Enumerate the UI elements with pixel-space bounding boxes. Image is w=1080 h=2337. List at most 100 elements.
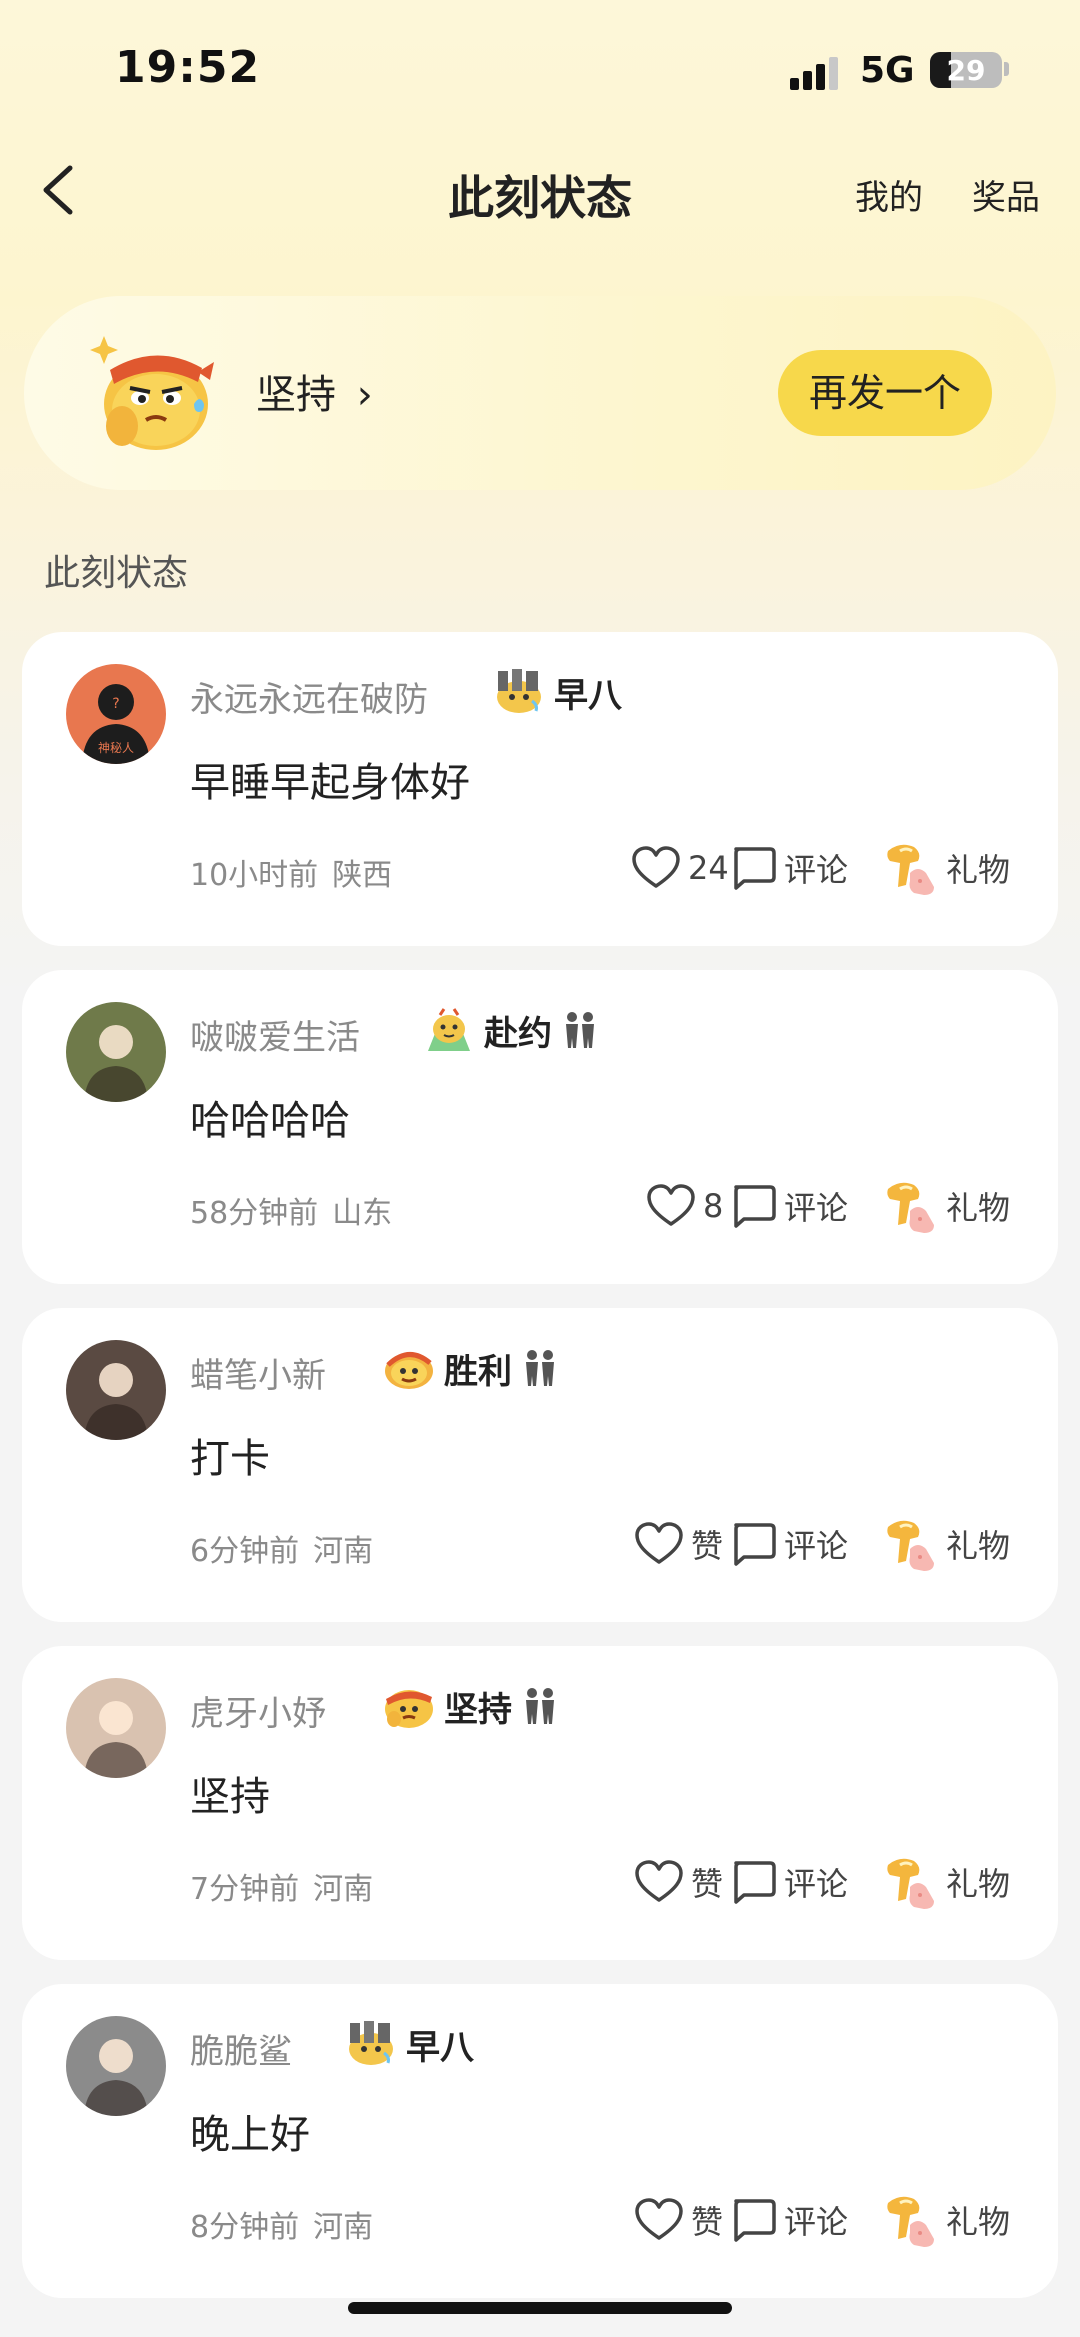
status-tag[interactable]: 胜利 (382, 1340, 560, 1396)
gift-button[interactable]: 礼物 (884, 840, 1010, 896)
like-button[interactable]: 赞 (635, 1516, 723, 1572)
status-mascot-icon (90, 336, 214, 450)
like-button[interactable]: 8 (647, 1178, 723, 1234)
svg-text:?: ? (112, 696, 119, 712)
post-time: 7分钟前 (190, 1872, 300, 1907)
repost-button[interactable]: 再发一个 (778, 350, 992, 436)
post-text: 哈哈哈哈 (190, 1098, 350, 1144)
gift-label: 礼物 (946, 1865, 1011, 1903)
status-card[interactable]: 虎牙小妤 坚持 坚持 7分钟前 河南赞评论 礼物 (22, 1646, 1058, 1960)
like-count: 赞 (691, 1527, 724, 1565)
status-tag[interactable]: 早八 (492, 664, 622, 720)
status-tag-label: 早八 (554, 675, 622, 716)
status-emoji-icon (385, 1352, 433, 1389)
status-tag[interactable]: 坚持 (382, 1678, 560, 1734)
gift-icon (887, 1182, 934, 1233)
avatar[interactable] (66, 2016, 166, 2116)
comment-icon (734, 1185, 776, 1228)
comment-icon (734, 1523, 776, 1566)
gift-label: 礼物 (946, 851, 1011, 889)
status-label-link[interactable]: 坚持 › (256, 362, 373, 420)
status-tag-label: 早八 (406, 2027, 474, 2068)
prizes-link[interactable]: 奖品 (972, 170, 1040, 219)
username[interactable]: 虎牙小妤 (190, 1686, 326, 1735)
gift-button[interactable]: 礼物 (884, 2192, 1010, 2248)
status-card[interactable]: ? 神秘人 永远永远在破防 早八早睡早起身体好 10小时前 陕西 24 评论 礼物 (22, 632, 1058, 946)
username[interactable]: 蜡笔小新 (190, 1348, 326, 1397)
comment-button[interactable]: 评论 (730, 2192, 848, 2248)
gift-icon (887, 1858, 934, 1909)
comment-button[interactable]: 评论 (730, 840, 848, 896)
post-meta: 7分钟前 河南 (190, 1864, 373, 1908)
pair-icon (526, 1350, 554, 1386)
heart-icon (635, 1522, 683, 1564)
post-meta: 6分钟前 河南 (190, 1526, 373, 1570)
post-text: 早睡早起身体好 (190, 760, 470, 806)
comment-icon (734, 847, 776, 890)
gift-label: 礼物 (946, 2203, 1011, 2241)
post-region: 河南 (313, 1872, 374, 1907)
avatar[interactable] (66, 1002, 166, 1102)
comment-button[interactable]: 评论 (730, 1854, 848, 1910)
post-time: 58分钟前 (190, 1196, 319, 1231)
heart-icon (635, 2198, 683, 2240)
home-indicator[interactable] (348, 2302, 732, 2314)
username[interactable]: 永远永远在破防 (190, 672, 428, 721)
gift-icon (887, 2196, 934, 2247)
comment-icon (734, 1861, 776, 1904)
comment-label: 评论 (784, 851, 849, 889)
post-text: 晚上好 (190, 2112, 310, 2158)
gift-label: 礼物 (946, 1527, 1011, 1565)
status-tag[interactable]: 早八 (344, 2016, 474, 2072)
network-type: 5G (860, 50, 915, 91)
chevron-right-icon: › (356, 372, 373, 418)
post-time: 10小时前 (190, 858, 319, 893)
status-tag-label: 赴约 (484, 1013, 552, 1054)
status-emoji-icon (428, 1008, 470, 1051)
status-label: 坚持 (256, 372, 336, 418)
comment-button[interactable]: 评论 (730, 1178, 848, 1234)
post-meta: 10小时前 陕西 (190, 850, 392, 894)
section-title: 此刻状态 (44, 553, 189, 594)
battery-tip (1004, 62, 1009, 76)
status-time: 19:52 (115, 42, 261, 93)
pair-icon (526, 1688, 554, 1724)
pair-icon (566, 1012, 594, 1048)
username[interactable]: 脆脆鲨 (190, 2024, 292, 2073)
mine-link[interactable]: 我的 (855, 170, 923, 219)
like-button[interactable]: 赞 (635, 1854, 723, 1910)
status-bar: 19:52 5G 29 (0, 0, 1080, 140)
gift-button[interactable]: 礼物 (884, 1178, 1010, 1234)
status-tag-label: 坚持 (444, 1689, 512, 1730)
username[interactable]: 啵啵爱生活 (190, 1010, 360, 1059)
like-count: 赞 (691, 2203, 724, 2241)
comment-label: 评论 (784, 2203, 849, 2241)
post-region: 山东 (332, 1196, 393, 1231)
avatar[interactable] (66, 1678, 166, 1778)
post-region: 陕西 (332, 858, 393, 893)
status-tag[interactable]: 赴约 (422, 1002, 600, 1058)
current-status-card: 坚持 › 再发一个 (24, 296, 1056, 490)
gift-button[interactable]: 礼物 (884, 1854, 1010, 1910)
comment-icon (734, 2199, 776, 2242)
like-button[interactable]: 赞 (635, 2192, 723, 2248)
gift-icon (887, 844, 934, 895)
post-time: 6分钟前 (190, 1534, 300, 1569)
comment-label: 评论 (784, 1865, 849, 1903)
status-emoji-icon (497, 669, 541, 713)
avatar[interactable]: ? 神秘人 (66, 664, 166, 764)
comment-label: 评论 (784, 1189, 849, 1227)
status-card[interactable]: 啵啵爱生活 赴约哈哈哈哈 58分钟前 山东 8 评论 礼物 (22, 970, 1058, 1284)
gift-icon (887, 1520, 934, 1571)
avatar[interactable] (66, 1340, 166, 1440)
like-count: 8 (703, 1187, 724, 1225)
status-card[interactable]: 蜡笔小新 胜利 打卡 6分钟前 河南 赞 评论 礼物 (22, 1308, 1058, 1622)
comment-label: 评论 (784, 1527, 849, 1565)
status-emoji-icon (385, 1690, 433, 1728)
gift-button[interactable]: 礼物 (884, 1516, 1010, 1572)
status-card[interactable]: 脆脆鲨 早八 晚上好 8分钟前 河南 赞 评论 礼物 (22, 1984, 1058, 2298)
heart-icon (635, 1860, 683, 1902)
comment-button[interactable]: 评论 (730, 1516, 848, 1572)
like-button[interactable]: 24 (632, 840, 729, 896)
like-count: 24 (688, 849, 729, 887)
